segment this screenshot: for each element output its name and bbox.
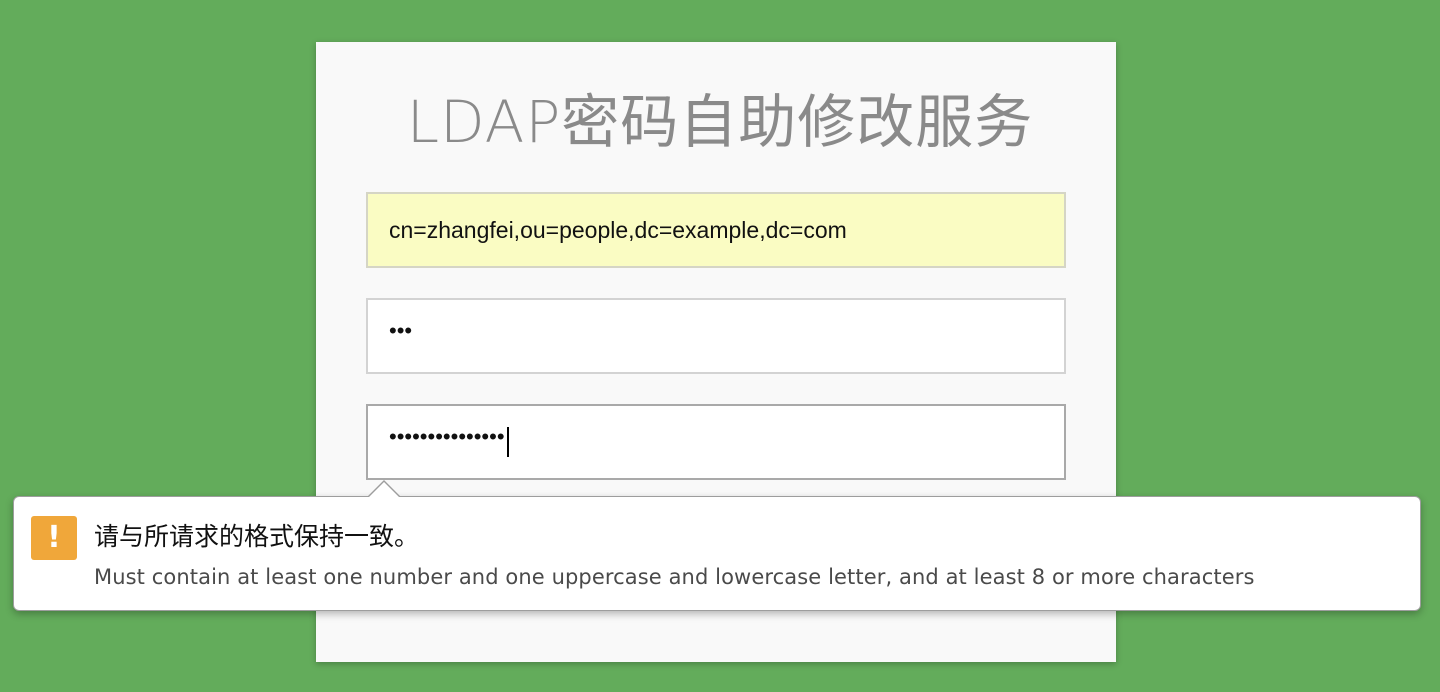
new-password-mask: ••••••••••••••• bbox=[389, 424, 505, 449]
username-field[interactable]: cn=zhangfei,ou=people,dc=example,dc=com bbox=[366, 192, 1066, 268]
old-password-field[interactable]: ••• bbox=[366, 298, 1066, 374]
validation-detail: Must contain at least one number and one… bbox=[94, 565, 1255, 589]
tooltip-arrow-inner bbox=[368, 482, 400, 498]
validation-tooltip: ! 请与所请求的格式保持一致。 Must contain at least on… bbox=[13, 496, 1421, 611]
new-password-field[interactable]: ••••••••••••••• bbox=[366, 404, 1066, 480]
text-caret bbox=[506, 427, 509, 457]
username-value: cn=zhangfei,ou=people,dc=example,dc=com bbox=[389, 216, 847, 243]
exclamation-icon: ! bbox=[31, 516, 77, 560]
old-password-mask: ••• bbox=[389, 318, 413, 343]
page-title: LDAP密码自助修改服务 bbox=[406, 88, 1034, 156]
validation-message: 请与所请求的格式保持一致。 bbox=[94, 522, 420, 551]
